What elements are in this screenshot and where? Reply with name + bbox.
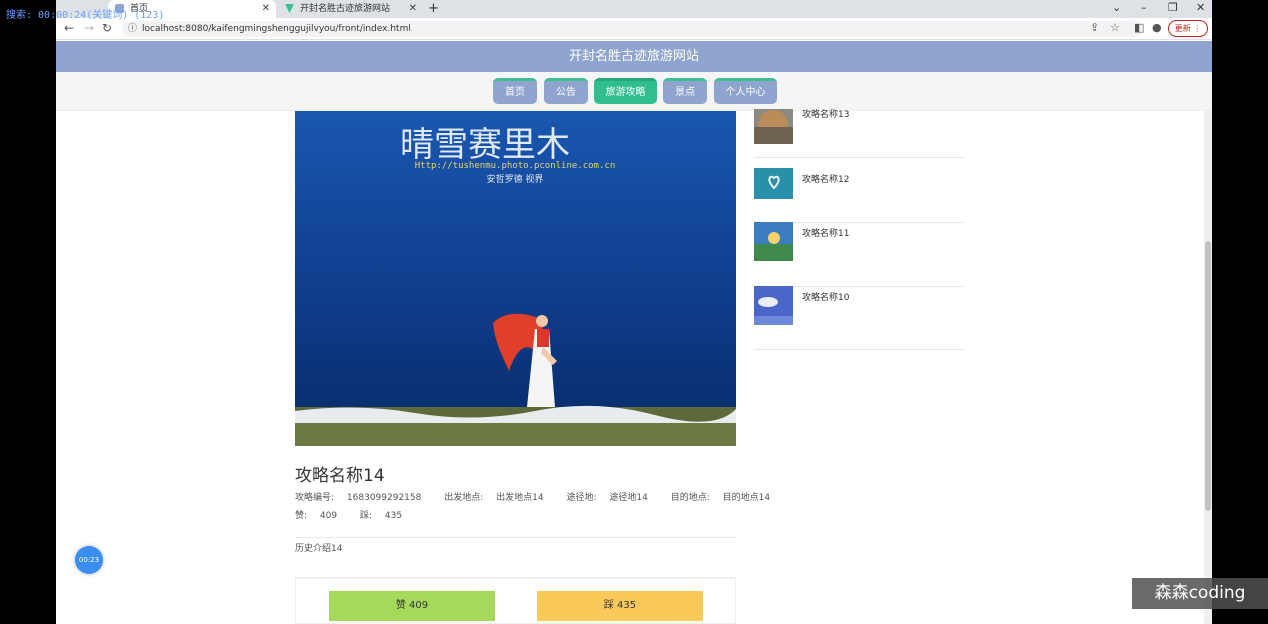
dislike-count-value: 435 (384, 511, 403, 521)
close-icon[interactable]: ✕ (409, 0, 417, 18)
guide-thumbnail (754, 168, 793, 199)
departure-field: 出发地点: 出发地点14 (444, 493, 553, 503)
code-field: 攻略编号: 1683099292158 (295, 493, 431, 503)
share-icon[interactable]: ⇪ (1090, 21, 1099, 34)
scrollbar-thumb[interactable] (1205, 241, 1211, 511)
guide-thumbnail (754, 222, 793, 261)
tab-bar: 首页 ✕ 开封名胜古迹旅游网站 ✕ + ⌄ – ❐ ✕ (56, 0, 1212, 18)
nav-notice[interactable]: 公告 (544, 78, 588, 104)
profile-icon[interactable]: ● (1152, 21, 1162, 34)
url-field[interactable]: ⓘ localhost:8080/kaifengmingshenggujilvy… (122, 21, 1142, 37)
guide-thumbnail (754, 109, 793, 144)
departure-label: 出发地点: (444, 493, 484, 503)
video-watermark: 森森coding (1132, 578, 1268, 609)
sidebar-guide-item[interactable]: 攻略名称13 (754, 109, 965, 158)
screen: 搜索: 00:00:24(关键词) (123) 首页 ✕ 开封名胜古迹旅游网站 … (0, 0, 1268, 624)
dislike-button[interactable]: 踩 435 (537, 591, 703, 621)
dislike-count-label: 踩: (359, 511, 373, 521)
site-info-icon[interactable]: ⓘ (128, 21, 137, 37)
tab-label: 开封名胜古迹旅游网站 (300, 4, 391, 14)
sidebar-guide-item[interactable]: 攻略名称11 (754, 222, 965, 287)
image-brand-mark: 晴雪赛里木 (400, 125, 570, 165)
like-count-label: 赞: (295, 511, 308, 521)
guide-label: 攻略名称11 (802, 229, 850, 239)
url-text: localhost:8080/kaifengmingshenggujilvyou… (142, 24, 411, 34)
guide-label: 攻略名称12 (802, 175, 850, 185)
via-value: 途径地14 (609, 493, 648, 503)
guide-label: 攻略名称10 (802, 293, 850, 303)
code-label: 攻略编号: (295, 493, 335, 503)
guide-image: 晴雪赛里木 Http://tushenmu.photo.pconline.com… (295, 111, 736, 446)
like-button[interactable]: 赞 409 (329, 591, 495, 621)
image-author-mark: 安哲罗德 视界 (487, 173, 544, 185)
site-title: 开封名胜古迹旅游网站 (56, 41, 1212, 72)
vue-favicon-icon (285, 4, 294, 13)
image-url-mark: Http://tushenmu.photo.pconline.com.cn (415, 161, 615, 171)
back-icon[interactable]: ← (64, 21, 74, 35)
update-label: 更新 (1174, 24, 1191, 33)
bookmark-star-icon[interactable]: ☆ (1110, 21, 1120, 34)
minimize-icon[interactable]: – (1141, 0, 1147, 16)
destination-field: 目的地点: 目的地点14 (671, 493, 780, 503)
nav-home[interactable]: 首页 (493, 78, 537, 104)
nav-travel-guide[interactable]: 旅游攻略 (594, 78, 657, 104)
reload-icon[interactable]: ↻ (102, 21, 112, 35)
tab-site[interactable]: 开封名胜古迹旅游网站 ✕ (278, 0, 423, 18)
departure-value: 出发地点14 (496, 493, 544, 503)
dislike-count-field: 踩: 435 (360, 511, 412, 521)
page-scrollbar[interactable] (1204, 111, 1212, 624)
like-count-field: 赞: 409 (295, 511, 347, 521)
guide-thumbnail (754, 286, 793, 325)
address-bar: ← → ↻ ⓘ localhost:8080/kaifengmingshengg… (56, 18, 1212, 40)
side-panel-icon[interactable]: ◧ (1134, 21, 1144, 34)
recording-timer: 00:23 (75, 546, 103, 574)
code-value: 1683099292158 (346, 493, 422, 503)
sidebar-guide-item[interactable]: 攻略名称10 (754, 286, 965, 350)
browser-window: 首页 ✕ 开封名胜古迹旅游网站 ✕ + ⌄ – ❐ ✕ ← → ↻ ⓘ loca… (56, 0, 1212, 624)
content-area: 晴雪赛里木 Http://tushenmu.photo.pconline.com… (56, 109, 1212, 624)
destination-value: 目的地点14 (722, 493, 771, 503)
nav-attractions[interactable]: 景点 (663, 78, 707, 104)
destination-label: 目的地点: (670, 493, 710, 503)
main-nav: 首页 公告 旅游攻略 景点 个人中心 (56, 72, 1212, 111)
like-count-value: 409 (319, 511, 338, 521)
update-button[interactable]: 更新 ⋮ (1168, 20, 1208, 37)
via-label: 途径地: (566, 493, 597, 503)
divider (295, 537, 736, 538)
new-tab-button[interactable]: + (428, 0, 439, 18)
window-close-icon[interactable]: ✕ (1196, 0, 1205, 16)
guide-label: 攻略名称13 (802, 110, 850, 120)
nav-personal-center[interactable]: 个人中心 (714, 78, 777, 104)
guide-counts: 赞: 409 踩: 435 (295, 508, 422, 521)
tab-search-icon[interactable]: ⌄ (1112, 0, 1121, 16)
recording-search-overlay: 搜索: 00:00:24(关键词) (123) (6, 10, 165, 21)
via-field: 途径地: 途径地14 (567, 493, 658, 503)
restore-icon[interactable]: ❐ (1168, 0, 1178, 16)
guide-meta: 攻略编号: 1683099292158 出发地点: 出发地点14 途径地: 途径… (295, 490, 790, 503)
web-page: 开封名胜古迹旅游网站 首页 公告 旅游攻略 景点 个人中心 晴雪赛里木 Http… (56, 41, 1212, 624)
guide-title: 攻略名称14 (295, 466, 385, 486)
close-icon[interactable]: ✕ (262, 0, 270, 18)
forward-icon[interactable]: → (84, 21, 94, 35)
history-intro: 历史介绍14 (295, 544, 343, 554)
vote-panel: 赞 409 踩 435 (295, 578, 736, 624)
sidebar-guide-item[interactable]: 攻略名称12 (754, 168, 965, 223)
